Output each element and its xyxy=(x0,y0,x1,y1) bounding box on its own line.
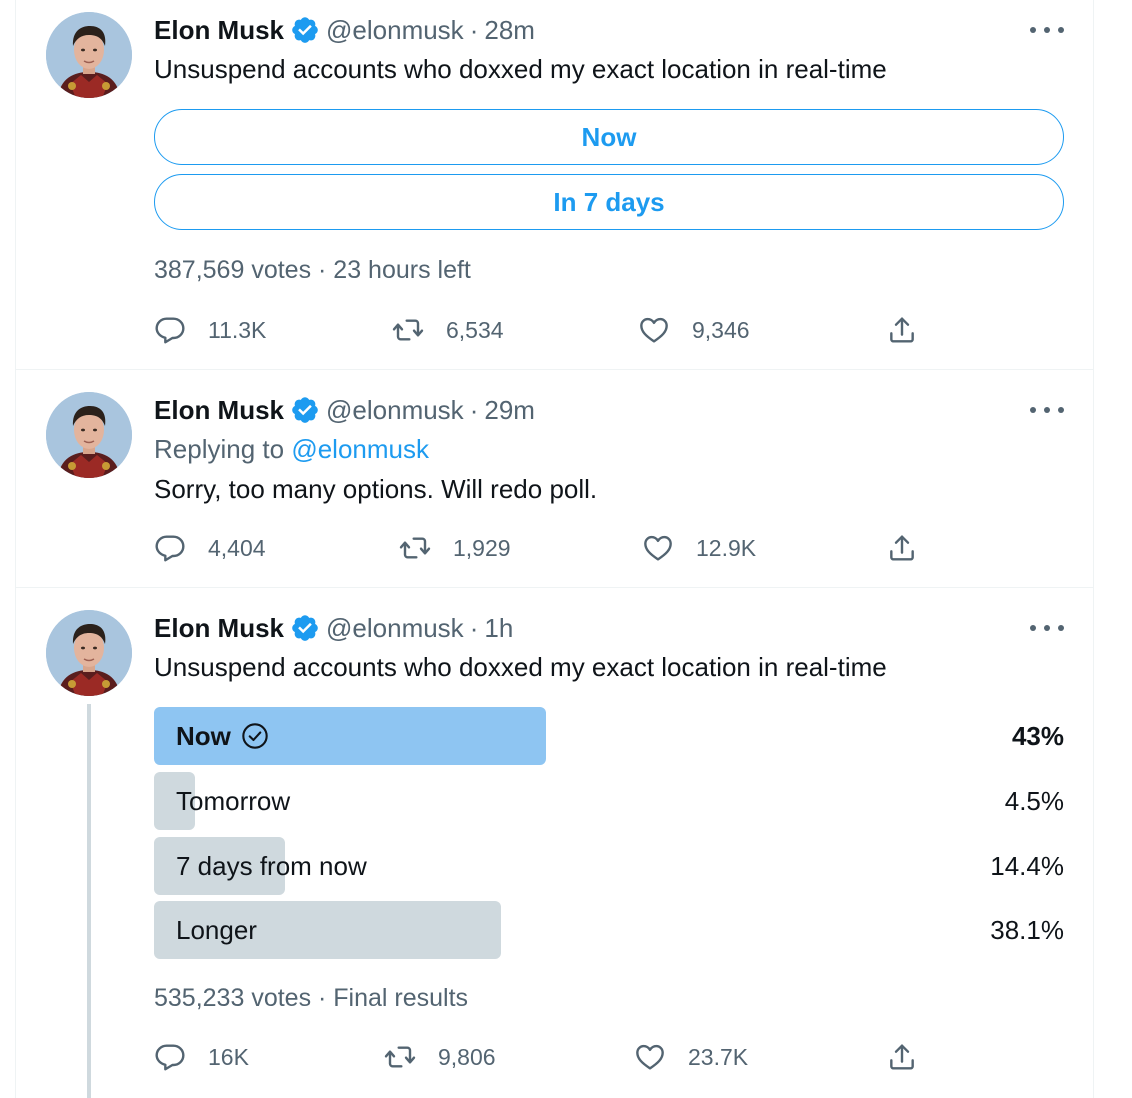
avatar[interactable] xyxy=(46,392,132,478)
reply-count: 4,404 xyxy=(208,534,266,561)
like-count: 23.7K xyxy=(688,1043,749,1070)
avatar[interactable] xyxy=(46,12,132,98)
like-icon xyxy=(642,532,674,564)
reply-icon xyxy=(154,532,186,564)
reply-button[interactable]: 11.3K xyxy=(154,312,266,348)
like-count: 9,346 xyxy=(692,316,750,343)
more-options-icon[interactable] xyxy=(1030,620,1064,636)
like-icon xyxy=(638,314,670,346)
timestamp[interactable]: 1h xyxy=(484,613,513,644)
check-circle-icon xyxy=(241,722,269,750)
verified-badge-icon xyxy=(290,395,320,425)
reply-count: 11.3K xyxy=(208,316,267,343)
tweet[interactable]: Elon Musk @elonmusk · 29m Replying to @e… xyxy=(16,370,1093,587)
retweet-button[interactable]: 1,929 xyxy=(399,530,511,566)
poll-result-percent: 4.5% xyxy=(1004,785,1064,816)
poll-result-percent: 38.1% xyxy=(990,914,1064,945)
poll-result-label: Now xyxy=(176,707,269,765)
tweet[interactable]: Elon Musk @elonmusk · 1h Unsuspend accou… xyxy=(16,588,1093,1098)
author-handle[interactable]: @elonmusk xyxy=(326,15,464,46)
mention-link[interactable]: @elonmusk xyxy=(291,434,429,464)
retweet-icon xyxy=(399,532,431,564)
replying-to: Replying to @elonmusk xyxy=(154,434,429,465)
poll-result-row: Now 43% xyxy=(154,707,1064,765)
retweet-count: 1,929 xyxy=(453,534,511,561)
retweet-count: 9,806 xyxy=(438,1043,496,1070)
verified-badge-icon xyxy=(290,613,320,643)
share-button[interactable] xyxy=(886,312,918,348)
author-handle[interactable]: @elonmusk xyxy=(326,395,464,426)
poll-result-label-text: Now xyxy=(176,720,231,751)
more-options-icon[interactable] xyxy=(1030,402,1064,418)
more-options-icon[interactable] xyxy=(1030,22,1064,38)
tweet[interactable]: Elon Musk @elonmusk · 28m Unsuspend acco… xyxy=(16,0,1093,369)
poll-result-percent: 14.4% xyxy=(990,850,1064,881)
reply-button[interactable]: 4,404 xyxy=(154,530,266,566)
poll-result-row: Longer 38.1% xyxy=(154,901,1064,959)
like-icon xyxy=(634,1041,666,1073)
poll-result-row: 7 days from now 14.4% xyxy=(154,837,1064,895)
author-name[interactable]: Elon Musk xyxy=(154,395,284,426)
tweet-text: Sorry, too many options. Will redo poll. xyxy=(154,474,598,504)
author-name[interactable]: Elon Musk xyxy=(154,613,284,644)
retweet-icon xyxy=(384,1041,416,1073)
poll-option-button[interactable]: In 7 days xyxy=(154,174,1064,230)
poll-result-label: Longer xyxy=(176,914,257,945)
tweet-header: Elon Musk @elonmusk · 29m xyxy=(154,394,535,426)
reply-icon xyxy=(154,1041,186,1073)
share-icon xyxy=(886,532,918,564)
share-button[interactable] xyxy=(886,1039,918,1075)
reply-button[interactable]: 16K xyxy=(154,1039,249,1075)
tweet-text: Unsuspend accounts who doxxed my exact l… xyxy=(154,54,887,84)
like-count: 12.9K xyxy=(696,534,757,561)
retweet-button[interactable]: 9,806 xyxy=(384,1039,496,1075)
author-name[interactable]: Elon Musk xyxy=(154,15,284,46)
poll-option-button[interactable]: Now xyxy=(154,109,1064,165)
replying-to-label: Replying to xyxy=(154,434,285,464)
author-handle[interactable]: @elonmusk xyxy=(326,613,464,644)
like-button[interactable]: 23.7K xyxy=(634,1039,748,1075)
reply-count: 16K xyxy=(208,1043,249,1070)
action-bar: 16K 9,806 23.7K xyxy=(154,1039,954,1075)
share-button[interactable] xyxy=(886,530,918,566)
separator-dot: · xyxy=(469,14,479,45)
poll-meta: 535,233 votes · Final results xyxy=(154,984,469,1012)
like-button[interactable]: 9,346 xyxy=(638,312,750,348)
tweet-text: Unsuspend accounts who doxxed my exact l… xyxy=(154,652,887,682)
like-button[interactable]: 12.9K xyxy=(642,530,756,566)
action-bar: 4,404 1,929 12.9K xyxy=(154,530,954,566)
retweet-button[interactable]: 6,534 xyxy=(392,312,504,348)
poll-result-label: 7 days from now xyxy=(176,850,367,881)
reply-icon xyxy=(154,314,186,346)
share-icon xyxy=(886,1041,918,1073)
tweet-header: Elon Musk @elonmusk · 1h xyxy=(154,612,513,644)
poll-result-row: Tomorrow 4.5% xyxy=(154,772,1064,830)
separator-dot: · xyxy=(469,612,479,643)
separator-dot: · xyxy=(469,394,479,425)
timeline: Elon Musk @elonmusk · 28m Unsuspend acco… xyxy=(15,0,1094,1098)
action-bar: 11.3K 6,534 9,346 xyxy=(154,312,954,348)
timestamp[interactable]: 29m xyxy=(484,395,535,426)
retweet-count: 6,534 xyxy=(446,316,504,343)
avatar[interactable] xyxy=(46,610,132,696)
poll-result-label: Tomorrow xyxy=(176,785,291,816)
verified-badge-icon xyxy=(290,15,320,45)
timestamp[interactable]: 28m xyxy=(484,15,535,46)
retweet-icon xyxy=(392,314,424,346)
thread-connector-line xyxy=(87,704,91,1098)
poll-result-percent: 43% xyxy=(1011,720,1064,751)
share-icon xyxy=(886,314,918,346)
tweet-header: Elon Musk @elonmusk · 28m xyxy=(154,14,535,46)
poll-meta: 387,569 votes · 23 hours left xyxy=(154,256,471,284)
